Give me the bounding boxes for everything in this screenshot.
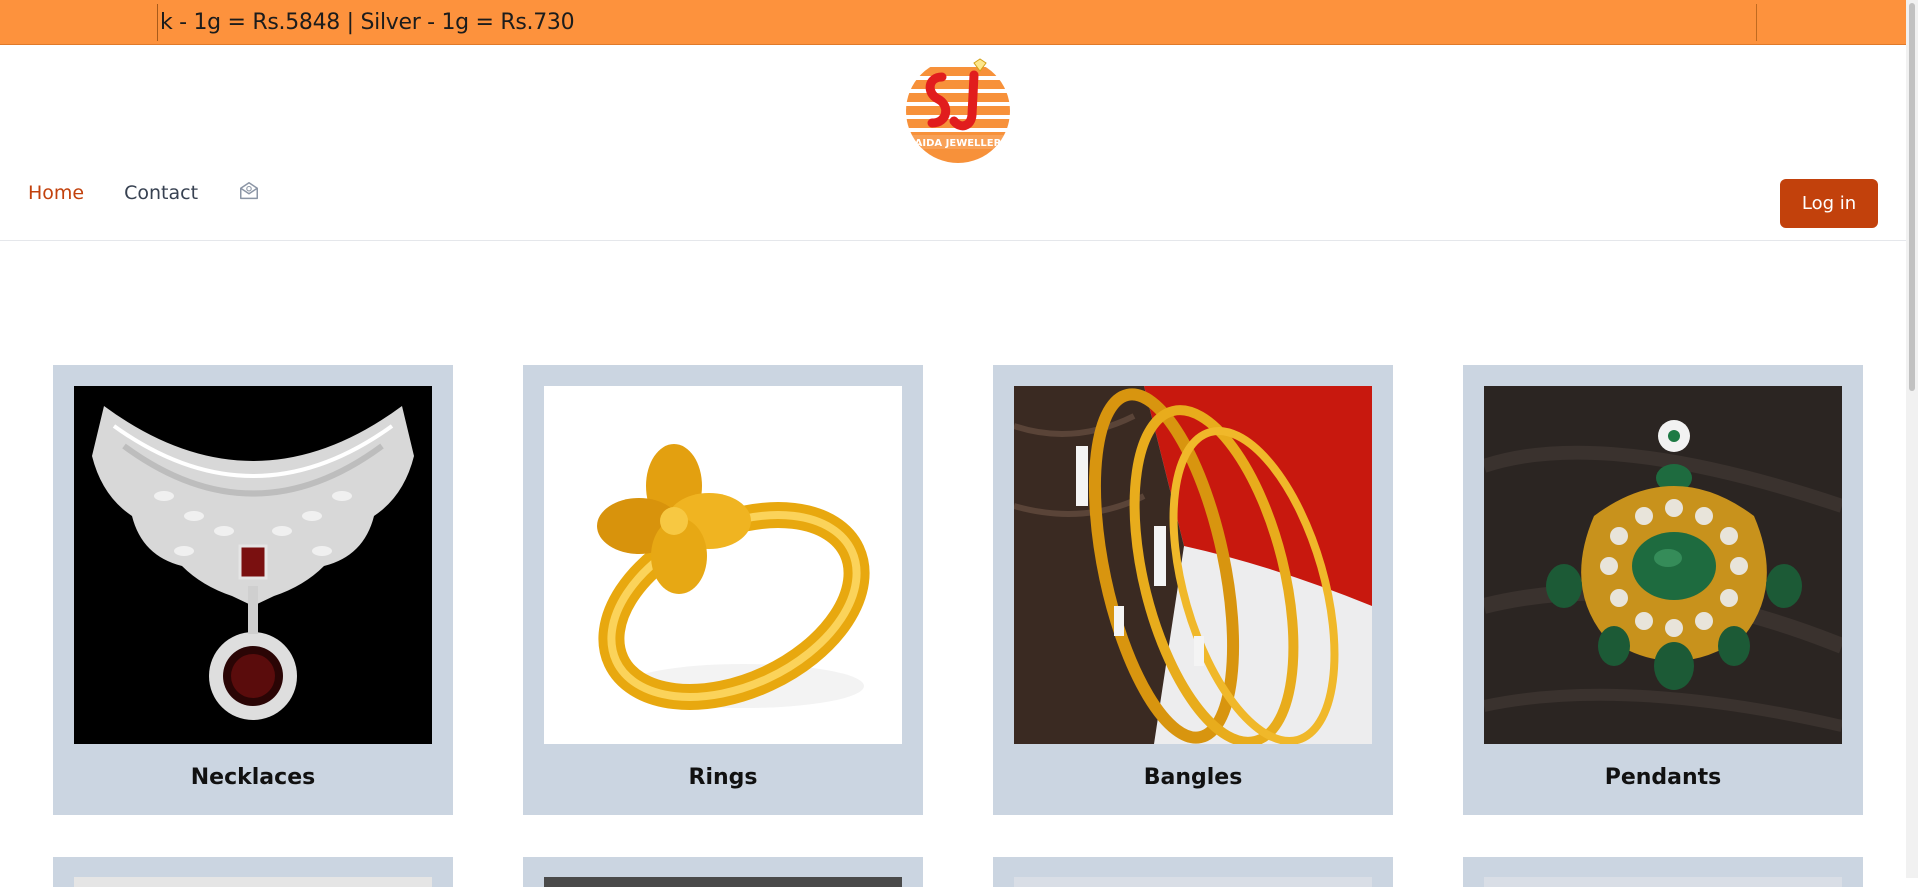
category-label: Rings — [688, 765, 758, 790]
logo[interactable]: SAIDA JEWELLERS — [898, 57, 1018, 165]
category-card-row2[interactable] — [1463, 857, 1863, 887]
page-scrollbar[interactable] — [1906, 0, 1918, 878]
category-card-rings[interactable]: Rings — [523, 365, 923, 815]
nav-contact-link[interactable]: Contact — [124, 182, 198, 204]
logo-text: SAIDA JEWELLERS — [907, 138, 1008, 149]
ticker-text: k - 1g = Rs.5848 | Silver - 1g = Rs.730 — [160, 10, 575, 35]
necklace-image[interactable] — [74, 386, 432, 744]
site-header: SAIDA JEWELLERS Home Contact Log in — [0, 45, 1918, 241]
login-button[interactable]: Log in — [1780, 179, 1878, 228]
category-card-pendants[interactable]: Pendants — [1463, 365, 1863, 815]
nav-home-link[interactable]: Home — [28, 182, 84, 204]
category-card-row2[interactable] — [53, 857, 453, 887]
category-label: Necklaces — [190, 765, 316, 790]
ticker-marquee: k - 1g = Rs.5848 | Silver - 1g = Rs.730 — [157, 4, 1757, 41]
category-card-necklaces[interactable]: Necklaces — [53, 365, 453, 815]
bangles-image[interactable] — [1014, 386, 1372, 744]
ring-image[interactable] — [544, 386, 902, 744]
category-card-row2[interactable] — [993, 857, 1393, 887]
category-card-bangles[interactable]: Bangles — [993, 365, 1393, 815]
category-label: Bangles — [1143, 765, 1243, 790]
category-label: Pendants — [1604, 765, 1722, 790]
mail-icon[interactable] — [238, 180, 260, 202]
category-card-row2[interactable] — [523, 857, 923, 887]
scrollbar-thumb[interactable] — [1909, 3, 1915, 391]
price-ticker: k - 1g = Rs.5848 | Silver - 1g = Rs.730 — [0, 0, 1918, 45]
pendant-image[interactable] — [1484, 386, 1842, 744]
main-nav: Home Contact — [28, 182, 260, 204]
